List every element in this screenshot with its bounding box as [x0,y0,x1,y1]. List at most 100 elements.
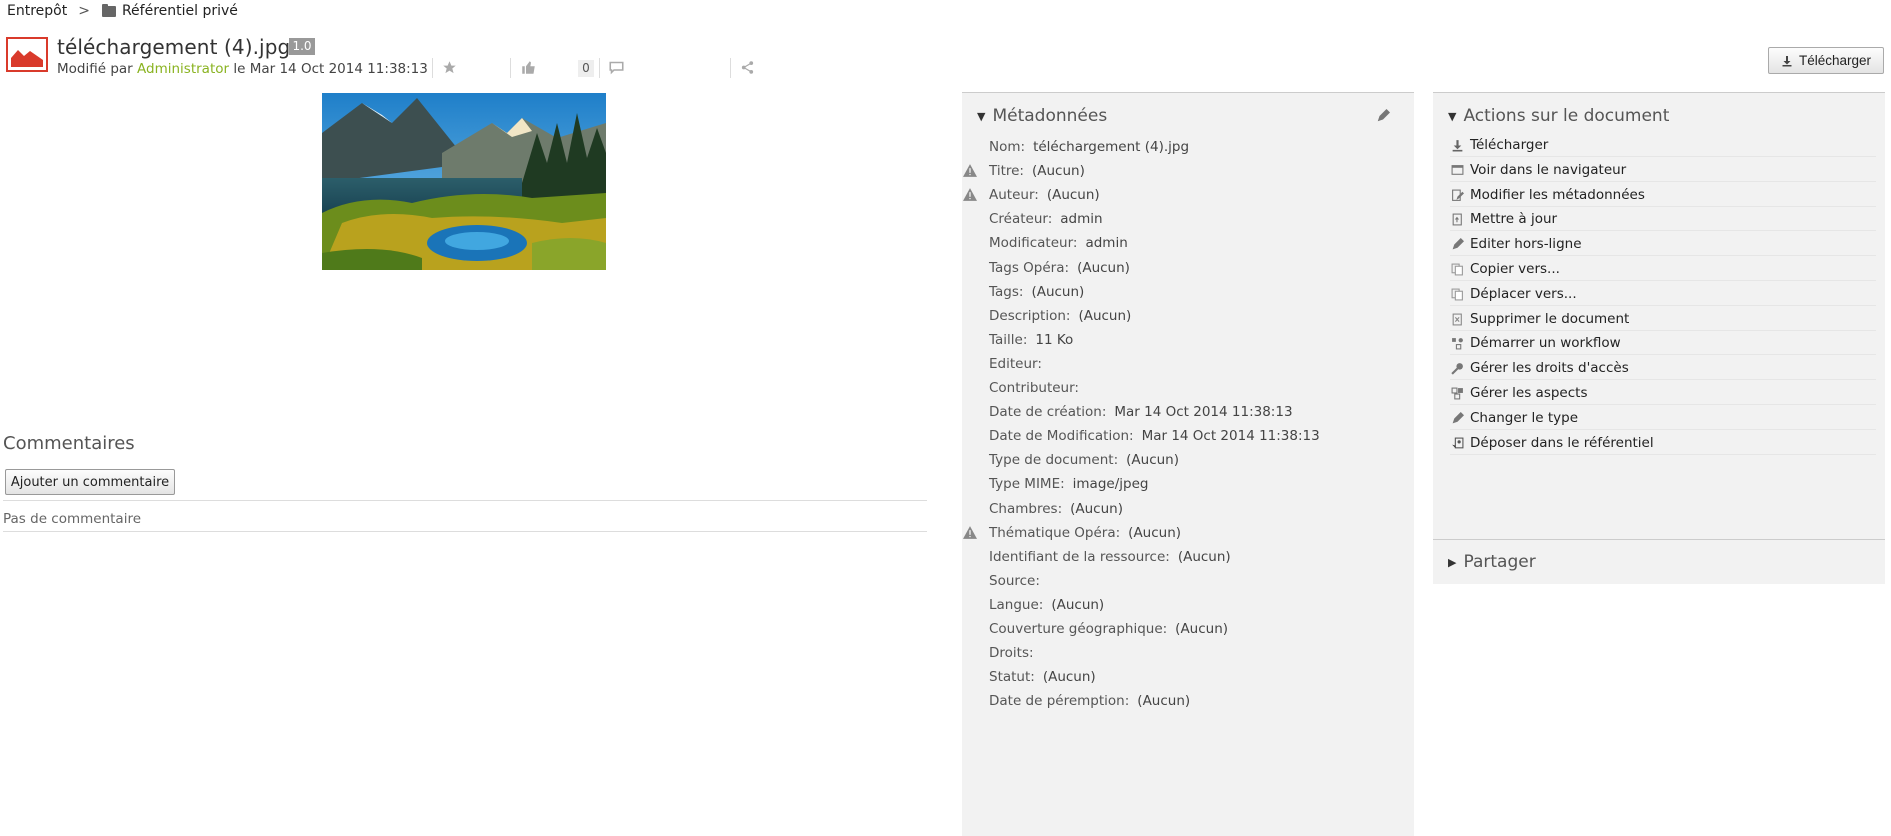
action-copier-vers[interactable]: Copier vers... [1450,258,1876,281]
breadcrumb-root-link[interactable]: Entrepôt [7,3,67,19]
like-thumb-icon[interactable] [521,60,536,78]
action-changer-le-type[interactable]: Changer le type [1450,407,1876,430]
metadata-value: (Aucun) [1042,669,1096,685]
action-telecharger[interactable]: Télécharger [1450,134,1876,157]
share-panel-header[interactable]: ▶ Partager [1448,552,1536,572]
download-button[interactable]: Télécharger [1768,47,1884,74]
modified-info: Modifié par Administrator le Mar 14 Oct … [57,61,428,77]
metadata-label: Description: [989,308,1071,324]
download-icon [1450,138,1464,152]
metadata-label: Type MIME: [989,476,1065,492]
like-count: 0 [578,60,594,77]
metadata-row: Auteur: (Aucun) [989,187,1100,203]
breadcrumb: Entrepôt > Référentiel privé [7,2,238,20]
metadata-label: Couverture géographique: [989,621,1168,637]
action-deposer-dans-le-referentiel[interactable]: Déposer dans le référentiel [1450,432,1876,455]
metadata-value: admin [1085,235,1128,251]
metadata-label: Titre: [989,163,1024,179]
action-gerer-les-aspects[interactable]: Gérer les aspects [1450,382,1876,405]
metadata-row: Thématique Opéra: (Aucun) [989,525,1181,541]
metadata-value: admin [1060,211,1103,227]
action-gerer-les-droits-d-acces[interactable]: Gérer les droits d'accès [1450,357,1876,380]
divider [599,58,600,78]
workflow-icon [1450,336,1464,350]
metadata-panel: ▼ Métadonnées Nom: téléchargement (4).jpg… [962,92,1414,836]
action-label: Démarrer un workflow [1470,335,1621,351]
metadata-value: (Aucun) [1128,525,1182,541]
metadata-value: téléchargement (4).jpg [1033,139,1190,155]
action-label: Copier vers... [1470,261,1560,277]
actions-panel-header[interactable]: ▼ Actions sur le document [1448,106,1669,126]
metadata-row: Date de Modification: Mar 14 Oct 2014 11:… [989,428,1320,444]
action-editer-hors-ligne[interactable]: Editer hors-ligne [1450,233,1876,256]
folder-icon [101,3,116,17]
metadata-row: Date de péremption: (Aucun) [989,693,1190,709]
action-supprimer-le-document[interactable]: Supprimer le document [1450,308,1876,331]
image-preview[interactable] [322,93,606,270]
aspects-icon [1450,386,1464,400]
metadata-value: Mar 14 Oct 2014 11:38:13 [1114,404,1293,420]
metadata-row: Couverture géographique: (Aucun) [989,621,1228,637]
metadata-row: Source: [989,573,1048,589]
metadata-label: Contributeur: [989,380,1079,396]
action-modifier-les-metadonnees[interactable]: Modifier les métadonnées [1450,184,1876,207]
document-title: téléchargement (4).jpg [57,35,291,59]
action-voir-dans-le-navigateur[interactable]: Voir dans le navigateur [1450,159,1876,182]
download-icon [1782,55,1792,66]
deposit-icon [1450,436,1464,450]
metadata-label: Créateur: [989,211,1053,227]
action-deplacer-vers[interactable]: Déplacer vers... [1450,283,1876,306]
action-label: Gérer les droits d'accès [1470,360,1629,376]
comment-icon[interactable] [609,60,624,78]
metadata-label: Thématique Opéra: [989,525,1121,541]
metadata-title: Métadonnées [992,106,1108,126]
pencil-icon [1450,237,1464,251]
actions-title: Actions sur le document [1463,106,1670,126]
metadata-label: Date de péremption: [989,693,1130,709]
no-comment-text: Pas de commentaire [3,511,142,527]
edit-properties-icon [1450,188,1464,202]
metadata-row: Chambres: (Aucun) [989,501,1123,517]
action-label: Déplacer vers... [1470,286,1577,302]
metadata-value: Mar 14 Oct 2014 11:38:13 [1141,428,1320,444]
favourite-star-icon[interactable] [442,60,457,78]
metadata-label: Source: [989,573,1040,589]
metadata-row: Tags: (Aucun) [989,284,1084,300]
action-demarrer-un-workflow[interactable]: Démarrer un workflow [1450,332,1876,355]
move-icon [1450,287,1464,301]
metadata-value: (Aucun) [1051,597,1105,613]
add-comment-button[interactable]: Ajouter un commentaire [5,469,175,495]
metadata-label: Auteur: [989,187,1039,203]
edit-metadata-pencil-icon[interactable] [1376,109,1390,127]
action-label: Supprimer le document [1470,311,1630,327]
metadata-label: Langue: [989,597,1044,613]
copy-icon [1450,262,1464,276]
metadata-value: (Aucun) [1070,501,1123,517]
action-mettre-a-jour[interactable]: Mettre à jour [1450,208,1876,231]
metadata-value: 11 Ko [1035,332,1074,348]
action-label: Changer le type [1470,410,1579,426]
metadata-row: Droits: [989,645,1042,661]
breadcrumb-separator: > [78,3,90,19]
metadata-label: Date de création: [989,404,1107,420]
share-icon[interactable] [740,60,755,78]
key-icon [1450,361,1464,375]
action-label: Voir dans le navigateur [1470,162,1627,178]
metadata-row: Type de document: (Aucun) [989,452,1179,468]
metadata-row: Modificateur: admin [989,235,1128,251]
warning-icon [963,188,977,205]
metadata-panel-header[interactable]: ▼ Métadonnées [977,106,1107,126]
metadata-row: Taille: 11 Ko [989,332,1073,348]
metadata-row: Type MIME: image/jpeg [989,476,1148,492]
upload-new-version-icon [1450,212,1464,226]
metadata-label: Identifiant de la ressource: [989,549,1170,565]
comments-title: Commentaires [3,433,135,454]
metadata-value: (Aucun) [1031,284,1085,300]
modified-user-link[interactable]: Administrator [137,61,229,77]
breadcrumb-current-link[interactable]: Référentiel privé [122,3,238,19]
metadata-label: Editeur: [989,356,1042,372]
divider [730,58,731,78]
metadata-label: Tags: [989,284,1024,300]
metadata-label: Modificateur: [989,235,1078,251]
warning-icon [963,164,977,181]
